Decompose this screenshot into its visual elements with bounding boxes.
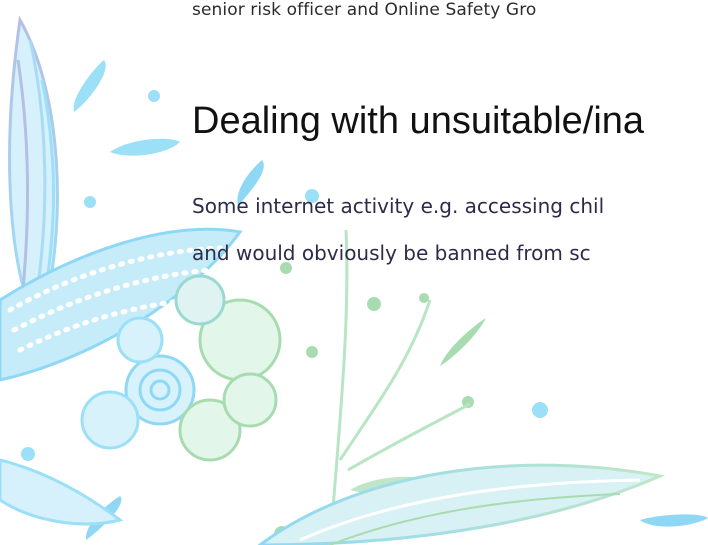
paragraph-line-1: Some internet activity e.g. accessing ch… — [192, 194, 605, 218]
document-page: senior risk officer and Online Safety Gr… — [0, 0, 708, 545]
paragraph-line-2: and would obviously be banned from sc — [192, 241, 591, 265]
section-heading: Dealing with unsuitable/ina — [192, 100, 645, 142]
body-text-previous-line: senior risk officer and Online Safety Gr… — [192, 0, 537, 20]
